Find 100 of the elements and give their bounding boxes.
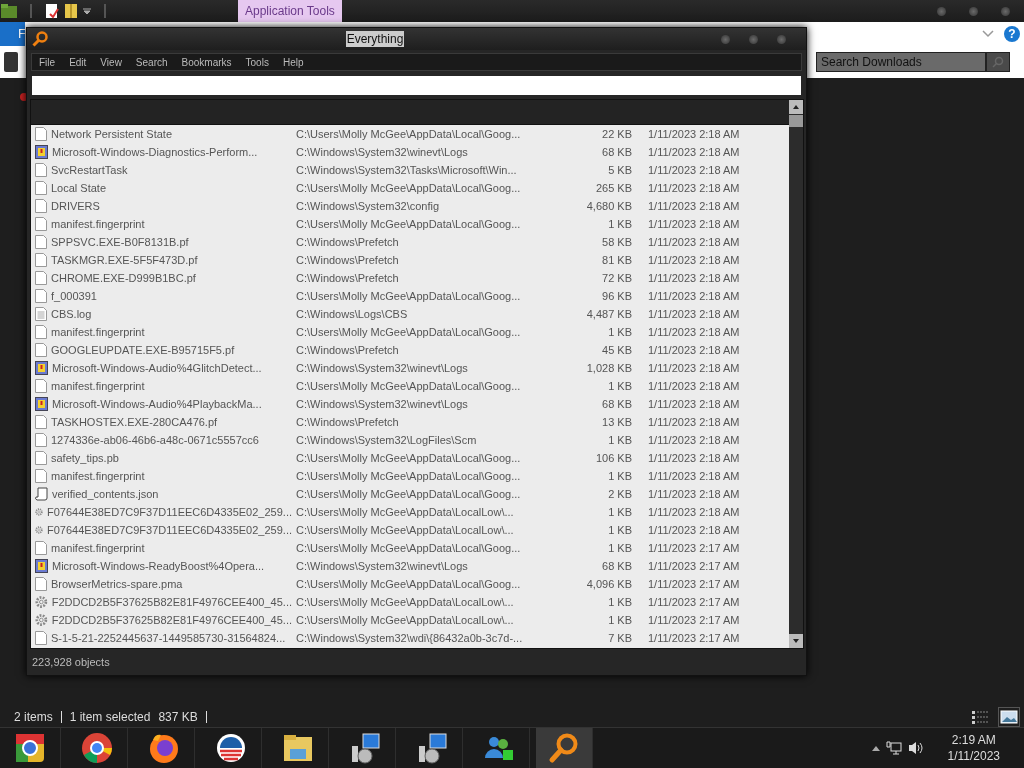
menu-item[interactable]: View [93, 56, 129, 68]
details-view-icon[interactable] [970, 709, 990, 725]
scroll-down-icon[interactable] [793, 639, 799, 643]
file-icon [35, 415, 47, 429]
file-path: C:\Users\Molly McGee\AppData\Local\Goog... [295, 470, 522, 482]
file-icon [35, 253, 47, 267]
date-modified: 1/11/2023 2:18 AM [647, 452, 740, 464]
file-name: Microsoft-Windows-ReadyBoost%4Opera... [52, 560, 265, 572]
menu-item[interactable]: Tools [238, 56, 276, 68]
file-icon [35, 289, 47, 303]
file-size: 13 KB [601, 416, 632, 428]
file-path: C:\Users\Molly McGee\AppData\Local\Goog... [295, 578, 522, 590]
menu-item[interactable]: Search [128, 56, 175, 68]
file-name: manifest.fingerprint [51, 542, 145, 554]
caret-icon[interactable] [871, 745, 880, 751]
document-icon[interactable] [44, 3, 60, 19]
date-modified: 1/11/2023 2:17 AM [647, 596, 740, 608]
people-icon [483, 734, 515, 762]
file-name: 1274336e-ab06-46b6-a48c-0671c5557cc6 [51, 434, 259, 446]
close-button[interactable] [1001, 6, 1010, 16]
file-size: 68 KB [601, 398, 632, 410]
file-icon [35, 433, 47, 447]
file-size: 1 KB [607, 470, 632, 482]
file-icon [35, 343, 47, 357]
file-path: C:\Users\Molly McGee\AppData\Local\Goog... [295, 218, 522, 230]
file-icon [35, 199, 47, 213]
date-modified: 1/11/2023 2:18 AM [647, 524, 740, 536]
file-name: Microsoft-Windows-Diagnostics-Perform... [52, 146, 258, 158]
file-icon [35, 379, 47, 393]
file-path: C:\Users\Molly McGee\AppData\Local\Goog... [295, 542, 522, 554]
date-modified: 1/11/2023 2:17 AM [647, 632, 740, 644]
file-size: 58 KB [601, 236, 632, 248]
menu-item[interactable]: File [32, 56, 63, 68]
file-path: C:\Users\Molly McGee\AppData\Local\Goog... [295, 488, 522, 500]
selection-info: 1 item selected [69, 710, 151, 724]
scroll-up-icon[interactable] [793, 105, 799, 109]
file-name: DRIVERS [51, 200, 100, 212]
minimize-button[interactable] [721, 34, 730, 44]
file-size: 45 KB [601, 344, 632, 356]
file-name: CBS.log [51, 308, 92, 320]
installer-icon [349, 732, 381, 764]
file-size: 96 KB [601, 290, 632, 302]
file-size: 4,487 KB [585, 308, 632, 320]
scrollbar[interactable] [789, 100, 803, 648]
file-size: 68 KB [601, 560, 632, 572]
file-path: C:\Windows\System32\wdi\{86432a0b-3c7d-... [295, 632, 524, 644]
date-modified: 1/11/2023 2:18 AM [647, 200, 740, 212]
date-modified: 1/11/2023 2:17 AM [647, 578, 740, 590]
date-modified: 1/11/2023 2:18 AM [647, 308, 740, 320]
menu-item[interactable]: Help [275, 56, 311, 68]
chevron-icon[interactable] [982, 30, 994, 38]
object-count: 223,928 objects [32, 656, 110, 668]
file-icon [35, 127, 47, 141]
date-modified: 1/11/2023 2:18 AM [647, 254, 740, 266]
file-size: 4,096 KB [585, 578, 632, 590]
network-icon[interactable] [885, 740, 902, 756]
fox-browser-icon [148, 732, 180, 764]
search-icon [992, 56, 1004, 68]
text-file-icon [35, 307, 47, 321]
date-modified: 1/11/2023 2:17 AM [647, 560, 740, 572]
menu-item[interactable]: Edit [62, 56, 94, 68]
thumbnail-view-icon[interactable] [998, 707, 1020, 727]
date-modified: 1/11/2023 2:18 AM [647, 434, 740, 446]
scroll-thumb[interactable] [789, 115, 803, 127]
date-modified: 1/11/2023 2:18 AM [647, 236, 740, 248]
help-button[interactable]: ? [1004, 26, 1020, 42]
file-name: Microsoft-Windows-Audio%4PlaybackMa... [52, 398, 262, 410]
search-button[interactable] [986, 52, 1010, 72]
file-size: 1 KB [607, 542, 632, 554]
date-modified: 1/11/2023 2:18 AM [647, 218, 740, 230]
file-path: C:\Users\Molly McGee\AppData\Local\Goog... [295, 452, 522, 464]
maximize-button[interactable] [969, 6, 978, 16]
ribbon-context-tab[interactable]: Application Tools [238, 0, 342, 22]
speaker-icon[interactable] [907, 740, 924, 756]
event-log-icon [35, 397, 48, 411]
file-icon [35, 235, 47, 249]
magnifier-icon [32, 31, 48, 47]
file-path: C:\Windows\System32\winevt\Logs [295, 146, 469, 158]
minimize-button[interactable] [937, 6, 946, 16]
date-modified: 1/11/2023 2:17 AM [647, 542, 740, 554]
file-name: SvcRestartTask [51, 164, 128, 176]
search-field[interactable]: Search Downloads [816, 52, 986, 72]
file-path: C:\Windows\Prefetch [295, 254, 400, 266]
search-field[interactable] [32, 76, 801, 95]
date-modified: 1/11/2023 2:18 AM [647, 326, 740, 338]
file-size: 1 KB [607, 524, 632, 536]
file-path: C:\Windows\Prefetch [295, 416, 400, 428]
file-icon [35, 469, 47, 483]
close-button[interactable] [777, 34, 786, 44]
date-modified: 1/11/2023 2:18 AM [647, 470, 740, 482]
file-name: BrowserMetrics-spare.pma [51, 578, 183, 590]
maximize-button[interactable] [749, 34, 758, 44]
dropdown-icon[interactable] [82, 6, 92, 16]
clock[interactable]: 2:19 AM 1/11/2023 [947, 733, 1000, 763]
menu-item[interactable]: Bookmarks [174, 56, 239, 68]
selection-size: 837 KB [158, 710, 198, 724]
file-tab[interactable]: F [0, 22, 25, 46]
file-path: C:\Windows\Prefetch [295, 236, 400, 248]
date-modified: 1/11/2023 2:18 AM [647, 146, 740, 158]
file-size: 5 KB [607, 164, 632, 176]
